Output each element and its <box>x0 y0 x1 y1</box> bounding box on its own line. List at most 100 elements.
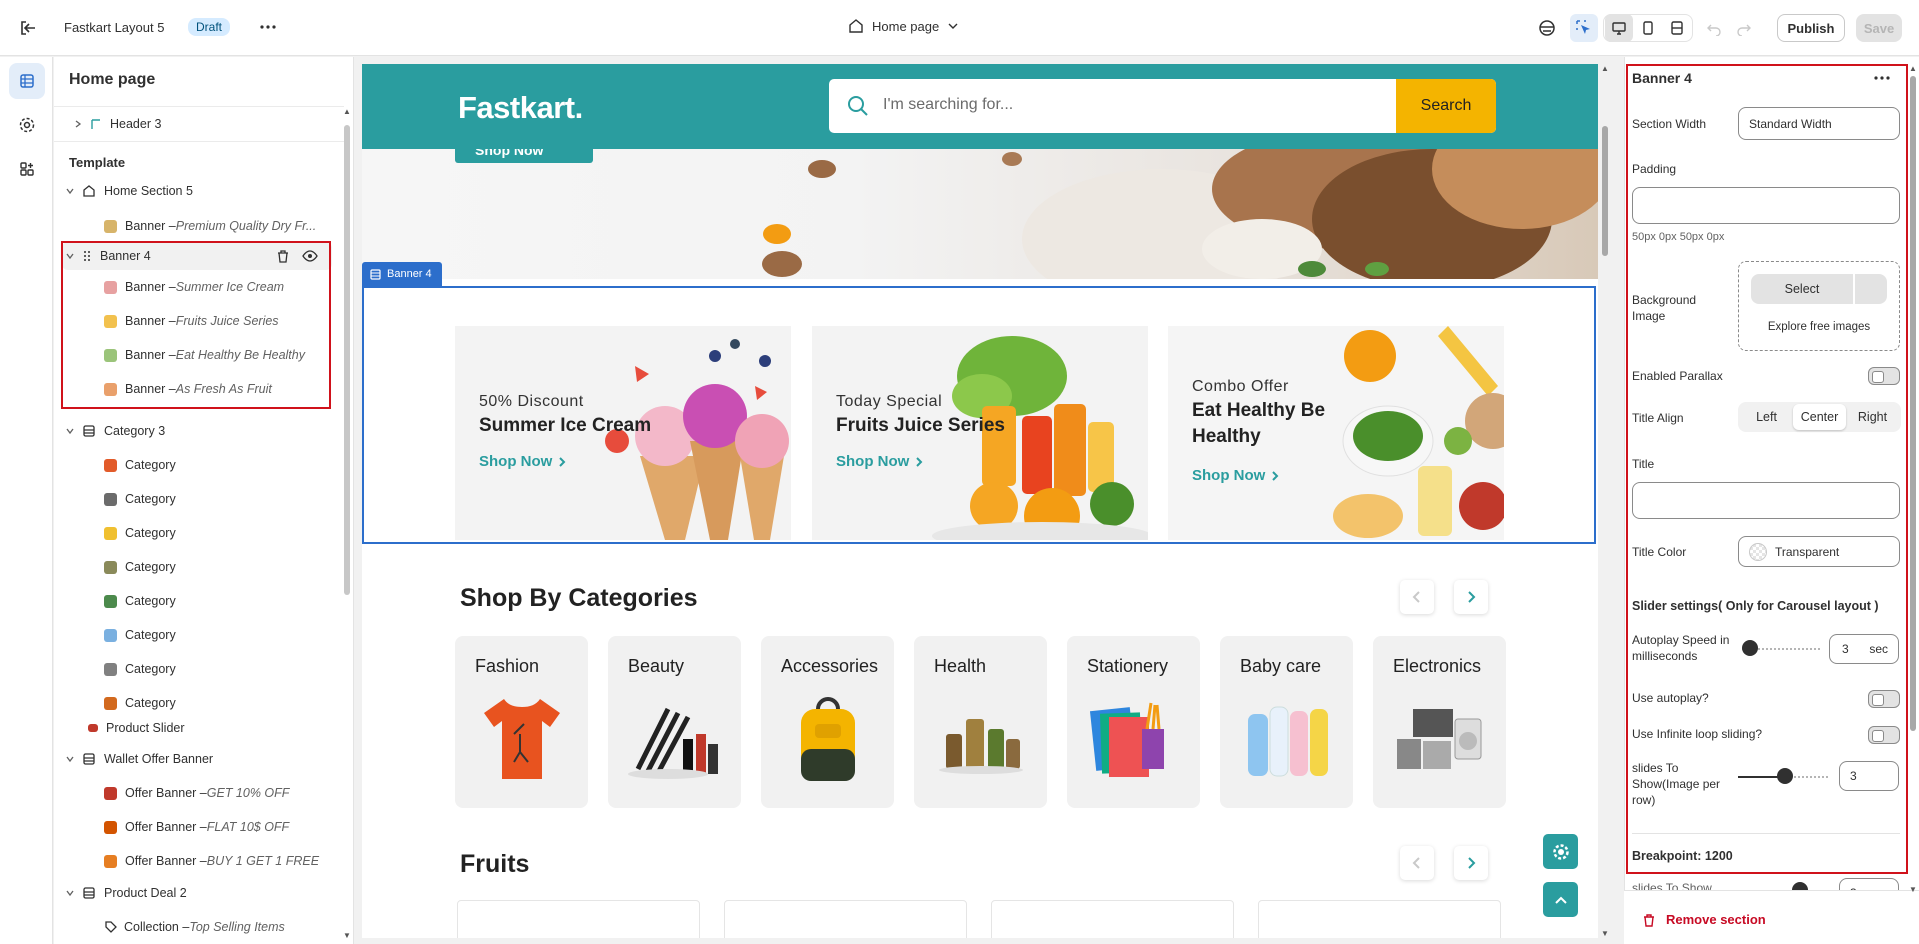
align-center-option[interactable]: Center <box>1793 404 1846 430</box>
padding-input[interactable] <box>1632 187 1900 224</box>
store-logo[interactable]: Fastkart. <box>458 90 583 126</box>
tree-item-collection[interactable]: Collection – Top Selling Items <box>104 913 353 941</box>
category-name: Accessories <box>781 656 879 676</box>
title-input[interactable] <box>1632 482 1900 519</box>
autoplay-speed-input[interactable]: 3 sec <box>1829 634 1899 664</box>
chevron-down-icon <box>62 186 78 196</box>
tree-item-category[interactable]: Category <box>104 655 353 683</box>
product-card[interactable] <box>724 900 967 938</box>
tree-item-category[interactable]: Category <box>104 451 353 479</box>
exit-icon[interactable] <box>18 18 38 38</box>
section-icon <box>82 424 96 438</box>
tree-item-prefix: Banner – <box>125 382 176 396</box>
section-tree: Home page Header 3 Template Home Section… <box>54 57 354 944</box>
fullscreen-icon[interactable] <box>1663 14 1691 42</box>
tree-item-product-deal[interactable]: Product Deal 2 <box>62 879 348 907</box>
panel-scrollbar[interactable]: ▲ ▼ <box>1908 64 1918 894</box>
selected-section-label: Banner 4 <box>387 268 432 280</box>
settings-gear-icon[interactable] <box>9 107 45 143</box>
category-card-baby-care[interactable]: Baby care <box>1220 636 1353 808</box>
scroll-top-icon[interactable] <box>1543 882 1578 917</box>
home-icon <box>82 184 96 198</box>
tree-item-product-slider[interactable]: Product Slider <box>88 714 353 742</box>
item-thumbnail <box>104 280 117 294</box>
bg-image-dropzone[interactable]: Select Explore free images <box>1738 261 1900 351</box>
infinite-loop-toggle[interactable] <box>1868 726 1900 744</box>
tree-item-prefix: Collection – <box>124 920 190 934</box>
category-card-accessories[interactable]: Accessories <box>761 636 894 808</box>
search-button[interactable]: Search <box>1396 79 1496 133</box>
desktop-icon[interactable] <box>1605 14 1633 42</box>
tree-item-label: Category <box>125 526 176 540</box>
tree-item-home-banner[interactable]: Banner – Premium Quality Dry Fr... <box>104 212 353 240</box>
more-options-icon[interactable] <box>258 17 278 37</box>
more-options-icon[interactable] <box>1872 70 1892 86</box>
tree-item-header[interactable]: Header 3 <box>70 110 353 138</box>
item-thumbnail <box>104 628 117 642</box>
tree-item-category[interactable]: Category <box>104 519 353 547</box>
tree-item-banner[interactable]: Banner – As Fresh As Fruit <box>104 375 353 403</box>
remove-section-button[interactable]: Remove section <box>1642 912 1766 927</box>
undo-icon[interactable] <box>1700 14 1728 42</box>
tree-item-wallet-offer[interactable]: Wallet Offer Banner <box>62 745 348 773</box>
inspector-icon[interactable] <box>1570 14 1598 42</box>
tree-item-banner[interactable]: Banner – Eat Healthy Be Healthy <box>104 341 353 369</box>
store-search[interactable]: I'm searching for... Search <box>829 79 1496 133</box>
settings-highlight <box>1626 64 1908 874</box>
product-card[interactable] <box>1258 900 1501 938</box>
categories-prev-button[interactable] <box>1400 580 1434 614</box>
preview-scrollbar[interactable]: ▲ ▼ <box>1600 64 1610 938</box>
section-width-select[interactable]: Standard Width <box>1738 107 1900 140</box>
tree-item-banner[interactable]: Banner – Fruits Juice Series <box>104 307 353 335</box>
autoplay-toggle[interactable] <box>1868 690 1900 708</box>
tree-item-home-section[interactable]: Home Section 5 <box>62 177 348 205</box>
category-card-health[interactable]: Health <box>914 636 1047 808</box>
selected-section-tag[interactable]: Banner 4 <box>362 262 442 286</box>
redo-icon[interactable] <box>1730 14 1758 42</box>
tree-item-category[interactable]: Category <box>104 485 353 513</box>
slides-to-show-slider[interactable] <box>1777 768 1793 784</box>
category-card-electronics[interactable]: Electronics <box>1373 636 1506 808</box>
apps-icon[interactable] <box>9 151 45 187</box>
parallax-toggle[interactable] <box>1868 367 1900 385</box>
tree-item-prefix: Offer Banner – <box>125 786 207 800</box>
fruits-prev-button[interactable] <box>1400 846 1434 880</box>
save-button[interactable]: Save <box>1856 14 1902 42</box>
partial-slider-knob[interactable] <box>1792 882 1808 890</box>
select-image-button[interactable]: Select <box>1751 274 1853 304</box>
tree-item-banner[interactable]: Banner – Summer Ice Cream <box>104 273 353 301</box>
autoplay-unit: sec <box>1869 642 1888 656</box>
tree-item-category[interactable]: Category <box>104 621 353 649</box>
tree-item-offer-banner[interactable]: Offer Banner – FLAT 10$ OFF <box>104 813 353 841</box>
select-image-dropdown[interactable] <box>1855 274 1887 304</box>
align-right-option[interactable]: Right <box>1846 404 1899 430</box>
item-thumbnail <box>104 526 117 540</box>
tree-item-offer-banner[interactable]: Offer Banner – BUY 1 GET 1 FREE <box>104 847 353 875</box>
product-card[interactable] <box>991 900 1234 938</box>
slides-to-show-input[interactable]: 3 <box>1839 761 1899 791</box>
tree-item-category[interactable]: Category <box>104 553 353 581</box>
slides-to-show-partial-input[interactable]: 3 <box>1839 878 1899 890</box>
section-icon <box>82 886 96 900</box>
tree-item-category[interactable]: Category <box>104 587 353 615</box>
publish-button[interactable]: Publish <box>1777 14 1845 42</box>
explore-images-link[interactable]: Explore free images <box>1739 321 1899 333</box>
settings-gear-icon[interactable] <box>1543 834 1578 869</box>
categories-next-button[interactable] <box>1454 580 1488 614</box>
page-selector[interactable]: Home page <box>848 18 959 34</box>
autoplay-speed-slider[interactable] <box>1742 640 1758 656</box>
tree-item-category-3[interactable]: Category 3 <box>62 417 348 445</box>
fruits-next-button[interactable] <box>1454 846 1488 880</box>
tree-item-offer-banner[interactable]: Offer Banner – GET 10% OFF <box>104 779 353 807</box>
tree-item-label: Home Section 5 <box>104 184 193 198</box>
sections-icon[interactable] <box>9 63 45 99</box>
theme-editor-icon[interactable] <box>1533 14 1561 42</box>
tree-item-category[interactable]: Category <box>104 689 353 717</box>
title-color-picker[interactable]: Transparent <box>1738 536 1900 567</box>
mobile-icon[interactable] <box>1634 14 1662 42</box>
category-card-beauty[interactable]: Beauty <box>608 636 741 808</box>
category-card-fashion[interactable]: Fashion <box>455 636 588 808</box>
category-card-stationery[interactable]: Stationery <box>1067 636 1200 808</box>
product-card[interactable] <box>457 900 700 938</box>
align-left-option[interactable]: Left <box>1740 404 1793 430</box>
